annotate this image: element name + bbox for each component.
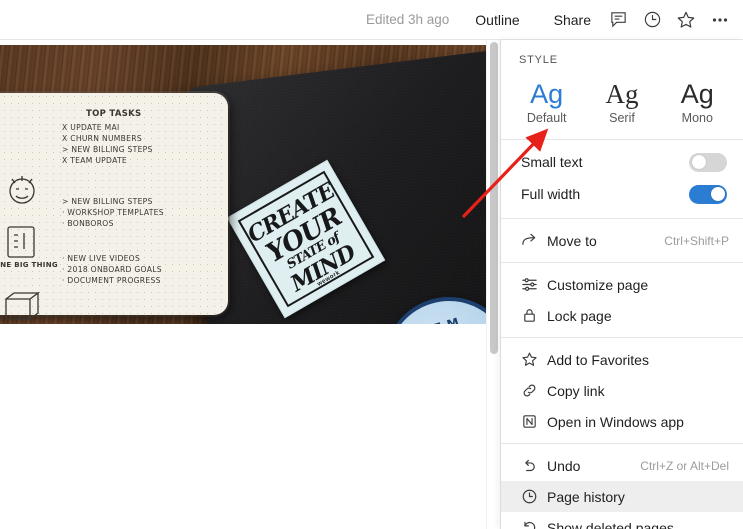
notebook-task: X TEAM UPDATE — [62, 156, 127, 165]
notebook-list3-item: · NEW LIVE VIDEOS — [62, 254, 140, 263]
style-section-label: STYLE — [501, 40, 743, 72]
page-canvas[interactable]: CREATE YOUR STATE of MIND wework BEST M … — [0, 40, 500, 529]
lock-icon — [521, 307, 547, 324]
style-label-mono: Mono — [660, 111, 735, 125]
notebook-image: TOP TASKS X UPDATE MAI X CHURN NUMBERS >… — [0, 93, 228, 315]
toggle-knob — [711, 187, 725, 201]
photo-bottom-edge — [0, 324, 500, 327]
menu-item-lock-page[interactable]: Lock page — [501, 300, 743, 331]
style-option-serif[interactable]: Ag Serif — [584, 74, 659, 127]
edited-timestamp: Edited 3h ago — [366, 12, 449, 27]
notebook-list3-item: · 2018 ONBOARD GOALS — [62, 265, 162, 274]
full-width-label: Full width — [521, 186, 580, 202]
history-clock-icon[interactable] — [635, 5, 669, 35]
menu-item-label: Add to Favorites — [547, 352, 731, 368]
style-option-default[interactable]: Ag Default — [509, 74, 584, 127]
notebook-task: > NEW BILLING STEPS — [62, 145, 153, 154]
comment-icon[interactable] — [601, 5, 635, 35]
style-label-serif: Serif — [584, 111, 659, 125]
menu-item-copy-link[interactable]: Copy link — [501, 375, 743, 406]
menu-item-label: Page history — [547, 489, 731, 505]
onenote-page-window: Edited 3h ago Outline Share — [0, 0, 743, 529]
notebook-list2-item: > NEW BILLING STEPS — [62, 197, 153, 206]
menu-item-customize-page[interactable]: Customize page — [501, 269, 743, 300]
more-ellipsis-icon[interactable] — [703, 5, 737, 35]
menu-item-move-to[interactable]: Move to Ctrl+Shift+P — [501, 225, 743, 256]
menu-item-show-deleted-pages[interactable]: Show deleted pages — [501, 512, 743, 529]
menu-item-open-in-windows-app[interactable]: Open in Windows app — [501, 406, 743, 437]
toggle-knob — [692, 155, 706, 169]
notebook-heading: TOP TASKS — [86, 109, 141, 119]
style-sample-default: Ag — [509, 78, 584, 110]
page-options-menu: STYLE Ag Default Ag Serif Ag Mono Small … — [500, 40, 743, 529]
outline-button[interactable]: Outline — [465, 6, 529, 34]
notebook-task: X UPDATE MAI — [62, 123, 120, 132]
sliders-icon — [521, 276, 547, 293]
notebook-task: X CHURN NUMBERS — [62, 134, 142, 143]
style-label-default: Default — [509, 111, 584, 125]
menu-spacer — [501, 210, 743, 218]
menu-item-label: Copy link — [547, 383, 731, 399]
notebook-one-big-thing-doodle — [0, 219, 48, 267]
star-icon[interactable] — [669, 5, 703, 35]
onenote-app-icon — [521, 413, 547, 430]
style-sample-mono: Ag — [660, 78, 735, 110]
arrow-move-icon — [521, 232, 547, 249]
clock-history-icon — [521, 488, 547, 505]
link-chain-icon — [521, 382, 547, 399]
menu-item-undo[interactable]: Undo Ctrl+Z or Alt+Del — [501, 450, 743, 481]
vertical-scrollbar[interactable] — [486, 40, 500, 529]
style-options-row: Ag Default Ag Serif Ag Mono — [501, 72, 743, 139]
menu-item-shortcut: Ctrl+Shift+P — [664, 234, 731, 248]
top-toolbar: Edited 3h ago Outline Share — [0, 0, 743, 40]
menu-item-label: Customize page — [547, 277, 731, 293]
menu-item-label: Move to — [547, 233, 664, 249]
scrollbar-thumb[interactable] — [490, 42, 498, 354]
notebook-list2-item: · WORKSHOP TEMPLATES — [62, 208, 164, 217]
full-width-toggle[interactable] — [689, 185, 727, 204]
menu-item-shortcut: Ctrl+Z or Alt+Del — [640, 459, 731, 473]
page-photo[interactable]: CREATE YOUR STATE of MIND wework BEST M … — [0, 45, 500, 327]
small-text-label: Small text — [521, 154, 582, 170]
menu-item-add-to-favorites[interactable]: Add to Favorites — [501, 344, 743, 375]
toggle-row-full-width[interactable]: Full width — [501, 178, 743, 210]
notebook-doodle-label: ONE BIG THING — [0, 261, 58, 269]
toggle-row-small-text[interactable]: Small text — [501, 146, 743, 178]
restore-arrow-icon — [521, 519, 547, 529]
menu-item-label: Undo — [547, 458, 640, 474]
notebook-cube-doodle — [2, 289, 46, 323]
star-outline-icon — [521, 351, 547, 368]
style-option-mono[interactable]: Ag Mono — [660, 74, 735, 127]
menu-item-label: Lock page — [547, 308, 731, 324]
notebook-list2-item: · BONBOROS — [62, 219, 114, 228]
share-button[interactable]: Share — [544, 6, 601, 34]
menu-item-page-history[interactable]: Page history — [501, 481, 743, 512]
small-text-toggle[interactable] — [689, 153, 727, 172]
style-sample-serif: Ag — [584, 78, 659, 110]
menu-item-label: Show deleted pages — [547, 520, 731, 529]
notebook-list3-item: · DOCUMENT PROGRESS — [62, 276, 161, 285]
photo-scene: CREATE YOUR STATE of MIND wework BEST M … — [0, 45, 500, 327]
notebook-face-doodle — [0, 169, 44, 209]
undo-arrow-icon — [521, 457, 547, 474]
menu-item-label: Open in Windows app — [547, 414, 731, 430]
